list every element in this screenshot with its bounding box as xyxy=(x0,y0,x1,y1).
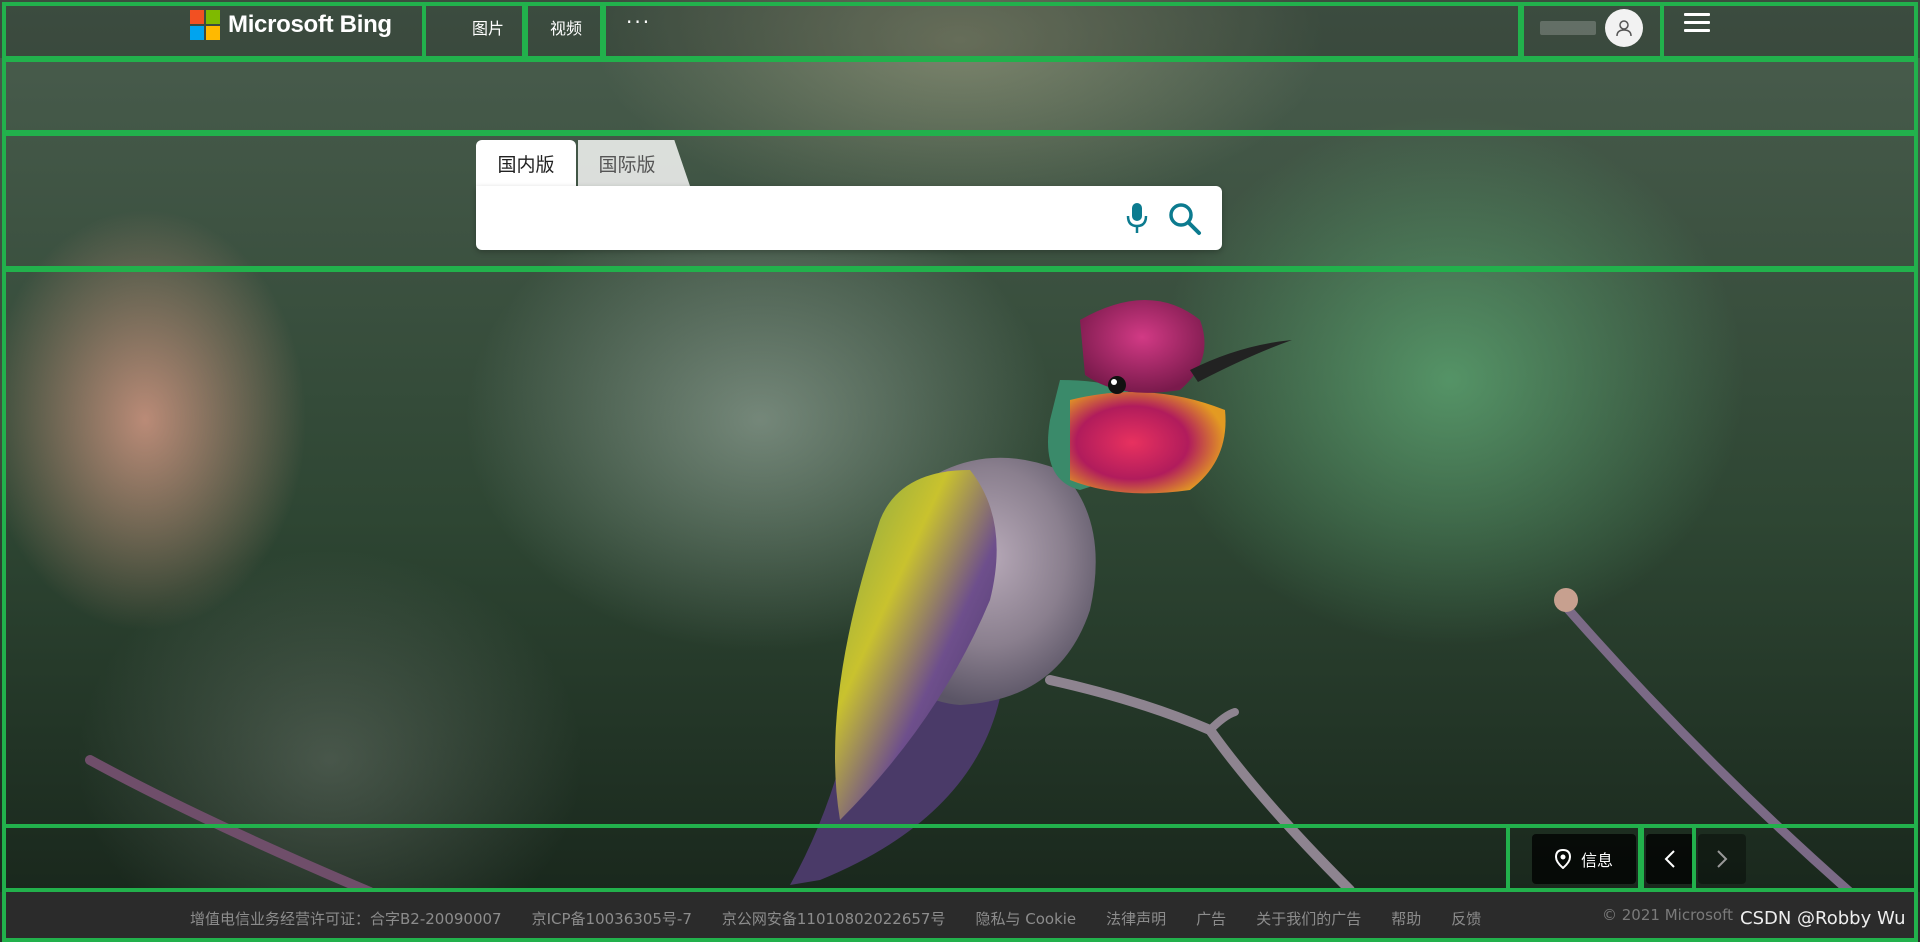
footer-link-public-security[interactable]: 京公网安备11010802022657号 xyxy=(722,908,946,929)
footer-link-feedback[interactable]: 反馈 xyxy=(1451,908,1481,929)
user-name-redacted[interactable] xyxy=(1540,21,1596,35)
footer-link-icp[interactable]: 京ICP备10036305号-7 xyxy=(532,908,692,929)
next-image-button[interactable] xyxy=(1698,834,1746,884)
top-navigation-bar: Microsoft Bing 图片 视频 ··· xyxy=(0,0,1920,58)
watermark: CSDN @Robby Wu xyxy=(1740,908,1906,929)
previous-image-button[interactable] xyxy=(1646,834,1694,884)
footer-link-about-ads[interactable]: 关于我们的广告 xyxy=(1256,908,1361,929)
footer-link-ads[interactable]: 广告 xyxy=(1196,908,1226,929)
tab-international[interactable]: 国际版 xyxy=(578,140,690,186)
bing-logo[interactable]: Microsoft Bing xyxy=(190,10,392,40)
more-menu-button[interactable]: ··· xyxy=(626,10,651,34)
microphone-icon[interactable] xyxy=(1126,202,1148,238)
microsoft-logo-icon xyxy=(190,10,220,40)
hamburger-icon[interactable] xyxy=(1684,13,1710,37)
footer-link-telecom-license[interactable]: 增值电信业务经营许可证：合字B2-20090007 xyxy=(190,908,502,929)
info-label: 信息 xyxy=(1580,851,1613,870)
footer-link-privacy[interactable]: 隐私与 Cookie xyxy=(975,908,1076,929)
tab-domestic[interactable]: 国内版 xyxy=(476,140,576,186)
hummingbird-image xyxy=(85,300,1855,897)
footer-link-help[interactable]: 帮助 xyxy=(1391,908,1421,929)
location-pin-icon xyxy=(1554,849,1571,869)
nav-images-link[interactable]: 图片 xyxy=(472,15,504,39)
logo-text: Microsoft Bing xyxy=(228,11,392,38)
footer-links: 增值电信业务经营许可证：合字B2-20090007 京ICP备10036305号… xyxy=(190,908,1481,929)
search-box xyxy=(476,186,1222,250)
image-info-button[interactable]: 信息 xyxy=(1532,834,1636,884)
footer: 增值电信业务经营许可证：合字B2-20090007 京ICP备10036305号… xyxy=(0,892,1920,942)
footer-link-legal[interactable]: 法律声明 xyxy=(1106,908,1166,929)
copyright: © 2021 Microsoft xyxy=(1602,906,1733,924)
chevron-left-icon xyxy=(1664,850,1675,868)
chevron-right-icon xyxy=(1717,850,1728,868)
search-icon[interactable] xyxy=(1168,202,1202,240)
avatar[interactable] xyxy=(1605,9,1643,47)
user-icon xyxy=(1616,20,1632,37)
nav-videos-link[interactable]: 视频 xyxy=(550,15,582,39)
search-input[interactable] xyxy=(496,198,1100,240)
